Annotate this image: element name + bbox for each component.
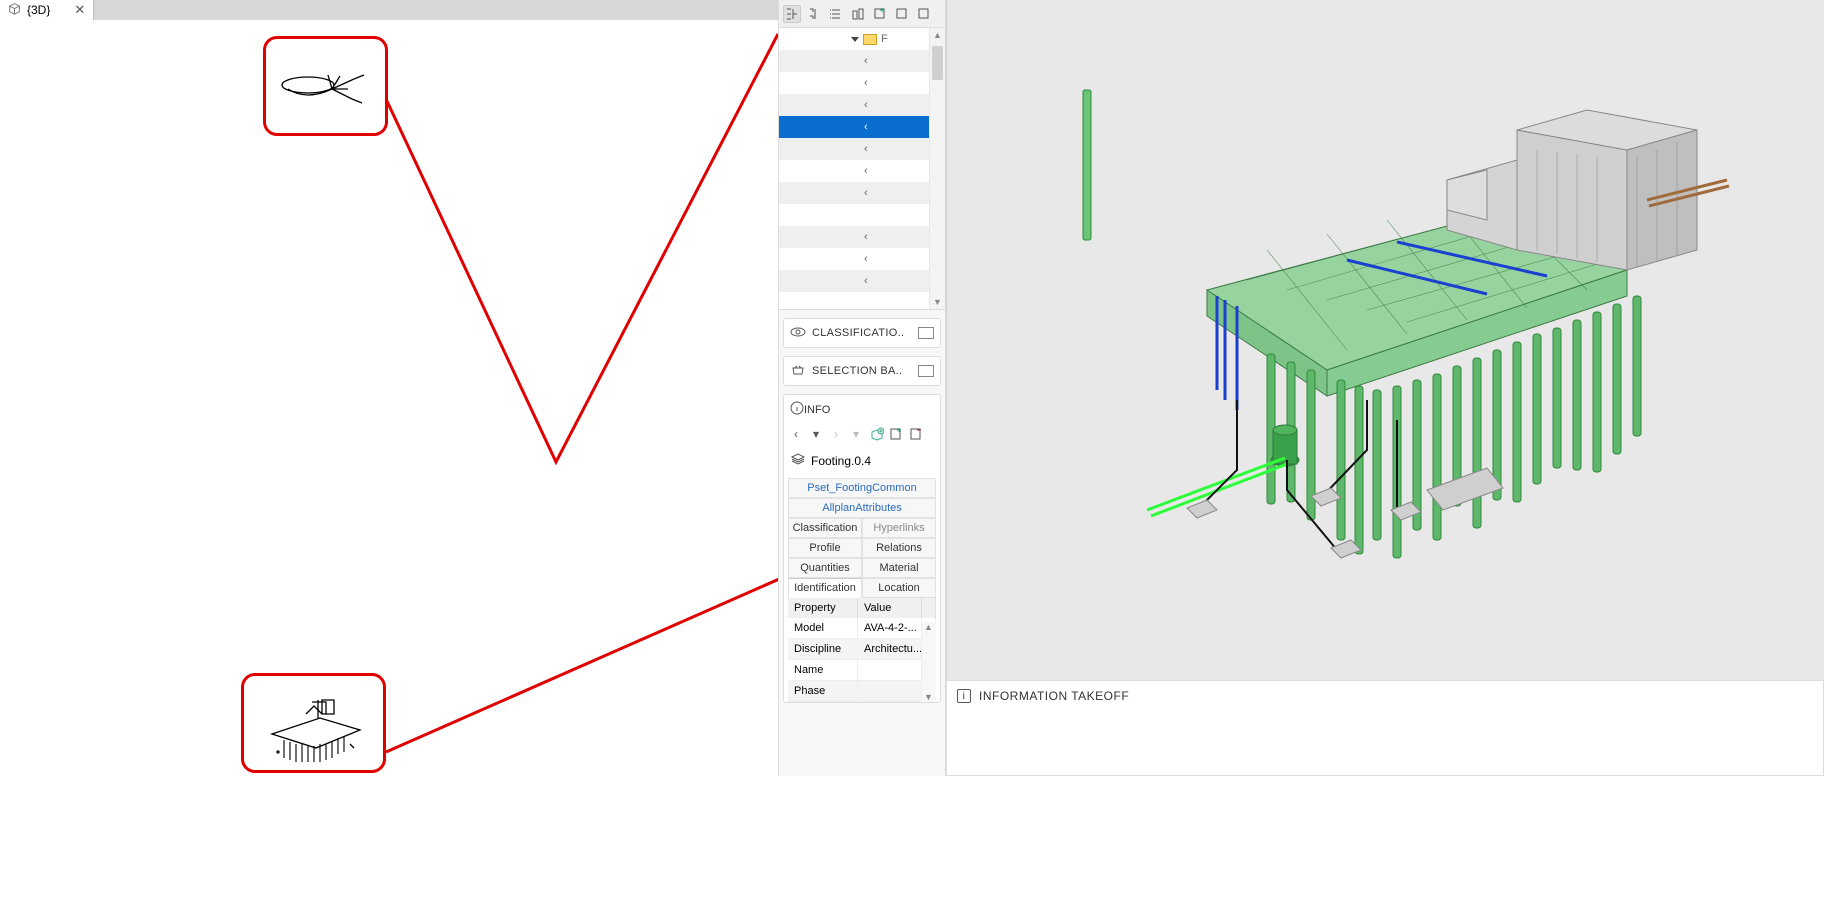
tree-folder-label: F [881, 33, 888, 45]
nav-dropdown-icon[interactable]: ▾ [808, 426, 824, 442]
selection-basket-panel-header[interactable]: SELECTION BA.. [783, 356, 941, 386]
sketch-bottom [262, 692, 372, 764]
tree-toolbar-btn-2[interactable] [805, 5, 823, 23]
annotation-box-top [263, 36, 388, 136]
info-object-name: Footing.0.4 [811, 454, 871, 468]
tab-material[interactable]: Material [862, 558, 936, 578]
tab-pset-footing[interactable]: Pset_FootingCommon [788, 478, 936, 498]
tree-scrollbar[interactable]: ▲ ▼ [929, 28, 945, 309]
panel-window-icon[interactable] [918, 365, 934, 377]
tree-toolbar-btn-1[interactable] [783, 5, 801, 23]
nav-cube-add-icon[interactable] [868, 426, 884, 442]
info-object-row: Footing.0.4 [788, 448, 936, 478]
tab-profile[interactable]: Profile [788, 538, 862, 558]
nav-dropdown-icon[interactable]: ▾ [848, 426, 864, 442]
selection-basket-label: SELECTION BA.. [812, 365, 902, 377]
nav-clipboard-remove-icon[interactable] [908, 426, 924, 442]
tree-row[interactable]: ‹ [779, 182, 929, 204]
nav-next-icon[interactable]: › [828, 426, 844, 442]
tab-hyperlinks[interactable]: Hyperlinks [862, 518, 936, 538]
tree-rows: F ‹ ‹ ‹ ‹ ‹ ‹ ‹ ‹ ‹ ‹ [779, 28, 929, 309]
side-panel-column: F ‹ ‹ ‹ ‹ ‹ ‹ ‹ ‹ ‹ ‹ ▲ ▼ CLASSIFICATIO.… [778, 0, 946, 776]
tree-toolbar-btn-7[interactable] [915, 5, 933, 23]
information-takeoff-title: INFORMATION TAKEOFF [979, 689, 1129, 703]
model-3d-render [947, 0, 1824, 680]
folder-icon [863, 34, 877, 45]
tree-row-selected[interactable]: ‹ [779, 116, 929, 138]
tree-toolbar-btn-3[interactable] [827, 5, 845, 23]
model-tree[interactable]: F ‹ ‹ ‹ ‹ ‹ ‹ ‹ ‹ ‹ ‹ ▲ ▼ [779, 28, 945, 310]
annotation-box-bottom [241, 673, 386, 773]
tree-toolbar-btn-6[interactable] [893, 5, 911, 23]
info-icon [790, 401, 804, 418]
tree-row[interactable]: ‹ [779, 138, 929, 160]
tree-toolbar [779, 0, 945, 28]
view-tab-3d[interactable]: {3D} ✕ [0, 0, 94, 20]
property-row[interactable]: Model AVA-4-2-... [788, 618, 936, 639]
sketch-top [278, 67, 378, 112]
tree-row[interactable]: ‹ [779, 72, 929, 94]
scroll-down-icon[interactable]: ▼ [933, 297, 942, 307]
tab-quantities[interactable]: Quantities [788, 558, 862, 578]
cube-icon [8, 2, 21, 18]
tree-row[interactable]: ‹ [779, 50, 929, 72]
right-3d-viewport[interactable] [946, 0, 1824, 680]
information-takeoff-panel: i INFORMATION TAKEOFF [946, 680, 1824, 776]
col-value: Value [858, 598, 922, 618]
info-label: INFO [804, 404, 830, 416]
tree-folder-row[interactable]: F [779, 28, 929, 50]
property-scrollbar[interactable]: ▲ ▼ [922, 622, 936, 702]
tree-row[interactable]: ‹ [779, 160, 929, 182]
scroll-up-icon[interactable]: ▲ [933, 30, 942, 40]
tree-toolbar-btn-4[interactable] [849, 5, 867, 23]
info-square-icon: i [957, 689, 971, 703]
tab-relations[interactable]: Relations [862, 538, 936, 558]
close-icon[interactable]: ✕ [74, 2, 85, 18]
view-tab-bar: {3D} ✕ [0, 0, 778, 20]
tree-row[interactable]: ‹ [779, 270, 929, 292]
nav-clipboard-add-icon[interactable] [888, 426, 904, 442]
classification-label: CLASSIFICATIO.. [812, 327, 904, 339]
info-panel-header[interactable]: INFO [788, 399, 936, 424]
tree-row[interactable]: ‹ [779, 248, 929, 270]
scroll-down-icon[interactable]: ▼ [924, 692, 933, 702]
property-header: Property Value [788, 598, 936, 618]
view-tab-label: {3D} [27, 3, 50, 17]
expand-caret-icon[interactable] [851, 37, 859, 42]
basket-icon [790, 364, 806, 379]
tree-row[interactable]: ‹ [779, 226, 929, 248]
tab-identification[interactable]: Identification [788, 578, 862, 598]
property-row[interactable]: Phase [788, 681, 936, 702]
info-tabs: Pset_FootingCommon AllplanAttributes Cla… [788, 478, 936, 598]
layers-icon [790, 452, 805, 470]
info-nav: ‹ ▾ › ▾ [788, 424, 936, 448]
tree-row[interactable] [779, 204, 929, 226]
property-grid: Property Value Model AVA-4-2-... Discipl… [788, 597, 936, 702]
left-3d-canvas[interactable] [0, 20, 778, 776]
info-panel: INFO ‹ ▾ › ▾ Footing.0.4 Ps [783, 394, 941, 703]
eye-icon [790, 326, 806, 341]
property-row[interactable]: Name [788, 660, 936, 681]
tab-classification[interactable]: Classification [788, 518, 862, 538]
nav-prev-icon[interactable]: ‹ [788, 426, 804, 442]
scroll-up-icon[interactable]: ▲ [924, 622, 933, 632]
panel-window-icon[interactable] [918, 327, 934, 339]
property-row[interactable]: Discipline Architectu... [788, 639, 936, 660]
tab-location[interactable]: Location [862, 578, 936, 598]
tree-toolbar-btn-5[interactable] [871, 5, 889, 23]
tab-allplan-attributes[interactable]: AllplanAttributes [788, 498, 936, 518]
classification-panel-header[interactable]: CLASSIFICATIO.. [783, 318, 941, 348]
col-property: Property [788, 598, 858, 618]
information-takeoff-header[interactable]: i INFORMATION TAKEOFF [947, 681, 1823, 711]
tree-row[interactable]: ‹ [779, 94, 929, 116]
